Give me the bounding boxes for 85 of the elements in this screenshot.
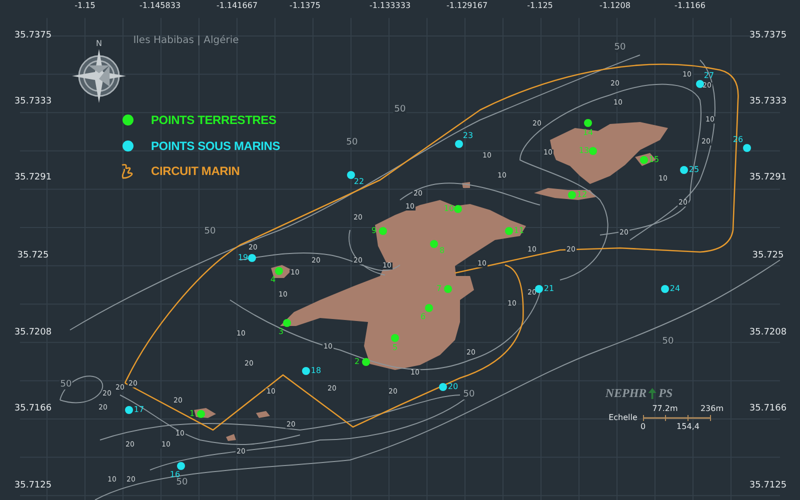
point-marker — [125, 406, 133, 414]
latitude-label: 35.7125 — [749, 482, 787, 490]
latitude-label: 35.7333 — [14, 98, 52, 106]
point-number: 3 — [278, 328, 284, 336]
point-marker — [439, 383, 447, 391]
point-number: 1 — [189, 410, 195, 418]
point-number: 4 — [270, 276, 276, 284]
longitude-label: -1.125 — [527, 2, 553, 10]
point-number: 17 — [134, 406, 144, 414]
longitude-label: -1.1208 — [600, 2, 630, 10]
longitude-label: -1.1166 — [674, 2, 706, 10]
logo-text: PS — [658, 387, 673, 399]
point-number: 11 — [514, 227, 524, 235]
point-marker — [347, 171, 355, 179]
latitude-label: 35.725 — [17, 252, 49, 260]
point-number: 10 — [444, 205, 454, 213]
point-number: 22 — [354, 178, 364, 186]
point-marker — [455, 140, 463, 148]
longitude-label: -1.141667 — [216, 2, 258, 10]
depth-label: 50 — [203, 228, 217, 236]
point-number: 19 — [238, 254, 248, 262]
point-number: 2 — [354, 358, 360, 366]
latitude-label: 35.7166 — [749, 404, 787, 414]
longitude-label: -1.15 — [74, 2, 96, 10]
depth-label: 50 — [393, 106, 407, 114]
point-marker — [362, 358, 370, 366]
point-marker — [584, 119, 592, 127]
latitude-label: 35.7375 — [749, 32, 787, 40]
longitude-label: -1.133333 — [369, 2, 411, 10]
point-marker — [248, 254, 256, 262]
latitude-label: 35.7125 — [14, 482, 52, 490]
point-marker — [680, 166, 688, 174]
depth-label: 50 — [661, 338, 675, 346]
point-marker — [454, 205, 462, 213]
point-number: 7 — [436, 285, 442, 293]
point-marker — [743, 144, 751, 152]
point-number: 6 — [420, 313, 426, 321]
point-marker — [177, 462, 185, 470]
latitude-label: 35.7291 — [14, 174, 52, 182]
point-number: 20 — [448, 383, 458, 391]
scale-bar — [643, 415, 711, 421]
latitude-label: 35.7291 — [749, 174, 787, 182]
longitude-label: -1.145833 — [139, 2, 181, 10]
depth-label: 50 — [175, 478, 189, 488]
depth-label: 50 — [345, 138, 359, 148]
point-number: 5 — [392, 344, 398, 352]
depth-label: 50 — [462, 390, 476, 400]
legend-label: POINTS SOUS MARINS — [151, 140, 280, 152]
scale-label: 77.2m — [652, 405, 678, 413]
latitude-label: 35.7166 — [14, 404, 52, 414]
point-number: 9 — [371, 227, 377, 235]
latitude-label: 35.7208 — [749, 328, 787, 338]
map-title: Iles Habibas | Algérie — [133, 36, 239, 46]
latitude-label: 35.725 — [752, 252, 784, 260]
point-number: 24 — [670, 285, 680, 293]
point-number: 23 — [462, 132, 474, 140]
point-number: 16 — [170, 471, 180, 479]
depth-label: 50 — [613, 44, 627, 52]
latitude-label: 35.7333 — [749, 98, 787, 106]
longitude-label: -1.1375 — [290, 2, 320, 10]
point-marker — [661, 285, 669, 293]
scale-label: 154,4 — [676, 423, 700, 431]
point-number: 12 — [576, 191, 588, 199]
point-number: 13 — [578, 147, 590, 155]
compass-rose-icon — [71, 48, 127, 104]
tree-icon — [648, 388, 658, 398]
depth-label: 50 — [59, 380, 73, 390]
scale-title: Echelle — [608, 414, 638, 422]
latitude-label: 35.7208 — [14, 328, 52, 338]
longitude-label: -1.129167 — [446, 2, 488, 10]
point-number: 14 — [582, 129, 594, 137]
scale-label: 236m — [700, 405, 724, 413]
legend-label: CIRCUIT MARIN — [151, 165, 240, 177]
scale-label: 0 — [640, 423, 646, 431]
point-marker — [535, 285, 543, 293]
point-marker — [302, 367, 310, 375]
point-number: 8 — [439, 247, 445, 255]
point-marker — [283, 319, 291, 327]
point-number: 18 — [310, 367, 322, 375]
point-marker — [696, 80, 704, 88]
logo-text: NEPHR — [605, 387, 647, 399]
legend-label: POINTS TERRESTRES — [151, 114, 276, 126]
compass-north-label: N — [96, 40, 102, 48]
point-number: 21 — [544, 285, 554, 293]
latitude-label: 35.7375 — [14, 32, 52, 40]
